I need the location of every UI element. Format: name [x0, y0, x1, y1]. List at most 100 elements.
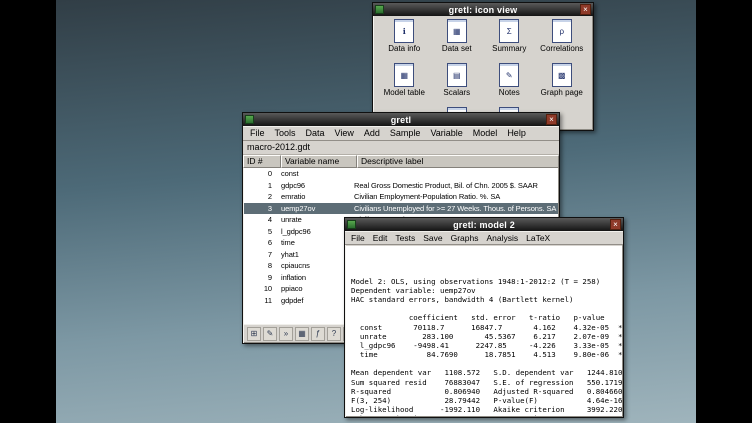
screen: gretl: icon view × ℹ Data info ▦	[0, 0, 752, 423]
icon-glyph: ▦	[453, 27, 461, 36]
icon-glyph: ρ	[559, 27, 564, 36]
help-icon[interactable]: ?	[327, 327, 341, 341]
row-id: 11	[244, 295, 278, 307]
icon-glyph: ℹ	[403, 27, 406, 36]
row-variable-name: emratio	[278, 191, 354, 203]
gretl-logo-icon	[245, 115, 254, 124]
calculator-icon[interactable]: ⊞	[247, 327, 261, 341]
new-script-icon[interactable]: ✎	[263, 327, 277, 341]
window-title: gretl	[243, 115, 559, 125]
model-menubar: FileEditTestsSaveGraphsAnalysisLaTeX	[345, 231, 623, 245]
row-descriptive-label: Civilian Employment-Population Ratio. %.…	[354, 191, 558, 203]
gretl-logo-icon	[347, 220, 356, 229]
desktop: gretl: icon view × ℹ Data info ▦	[56, 0, 696, 423]
menu-item[interactable]: Save	[419, 232, 446, 244]
document-icon: ▩	[552, 63, 572, 87]
icon-glyph: ▤	[453, 71, 461, 80]
row-variable-name: const	[278, 168, 354, 180]
document-icon: ρ	[552, 19, 572, 43]
icon-label: Graph page	[541, 88, 583, 97]
icon-label: Notes	[499, 88, 520, 97]
menu-item[interactable]: Graphs	[447, 232, 483, 244]
output-line: coefficient std. error t-ratio p-value	[351, 313, 617, 322]
model-titlebar[interactable]: gretl: model 2 ×	[345, 218, 623, 231]
document-icon: ▦	[447, 19, 467, 43]
data-info-icon[interactable]: ℹ Data info	[378, 19, 431, 63]
row-variable-name: cpiaucns	[278, 260, 354, 272]
menu-item[interactable]: Variable	[425, 127, 467, 139]
console-icon[interactable]: »	[279, 327, 293, 341]
menu-item[interactable]: Tests	[391, 232, 419, 244]
menu-item[interactable]: Add	[359, 127, 385, 139]
const[interactable]: 0 const	[244, 168, 558, 180]
document-icon: ▦	[394, 63, 414, 87]
summary-icon[interactable]: Σ Summary	[483, 19, 536, 63]
row-id: 2	[244, 191, 278, 203]
row-id: 9	[244, 272, 278, 284]
output-line	[351, 359, 617, 368]
output-line: time 84.7690 18.7851 4.513 9.80e-06 ***	[351, 350, 617, 359]
gretl-logo-icon	[375, 5, 384, 14]
session-icon-view-icon[interactable]: ▦	[295, 327, 309, 341]
emratio[interactable]: 2 emratio Civilian Employment-Population…	[244, 191, 558, 203]
menu-item[interactable]: View	[330, 127, 359, 139]
icon-glyph: Σ	[507, 27, 512, 36]
close-icon[interactable]: ×	[610, 219, 621, 230]
row-variable-name: time	[278, 237, 354, 249]
menu-item[interactable]: Data	[301, 127, 330, 139]
column-header-variable-name[interactable]: Variable name	[281, 155, 357, 168]
correlations-icon[interactable]: ρ Correlations	[536, 19, 589, 63]
output-line: const 70118.7 16847.7 4.162 4.32e-05 ***	[351, 323, 617, 332]
uemp27ov[interactable]: 3 uemp27ov Civilians Unemployed for >= 2…	[244, 203, 558, 215]
column-header-id[interactable]: ID #	[243, 155, 281, 168]
output-line: F(3, 254) 28.79442 P-value(F) 4.64e-16	[351, 396, 617, 405]
menu-item[interactable]: File	[347, 232, 369, 244]
row-id: 4	[244, 214, 278, 226]
menu-item[interactable]: Edit	[369, 232, 392, 244]
dataset-bar: macro-2012.gdt	[243, 141, 559, 155]
output-line: R-squared 0.806940 Adjusted R-squared 0.…	[351, 387, 617, 396]
function-packages-icon[interactable]: ƒ	[311, 327, 325, 341]
model-table-icon[interactable]: ▦ Model table	[378, 63, 431, 107]
row-id: 8	[244, 260, 278, 272]
row-descriptive-label: Real Gross Domestic Product, Bil. of Chn…	[354, 180, 558, 192]
row-variable-name: gdpc96	[278, 180, 354, 192]
menu-item[interactable]: Sample	[385, 127, 426, 139]
row-variable-name: yhat1	[278, 249, 354, 261]
icon-label: Data info	[388, 44, 420, 53]
column-header-descriptive-label[interactable]: Descriptive label	[357, 155, 559, 168]
row-id: 0	[244, 168, 278, 180]
model-window: gretl: model 2 × FileEditTestsSaveGraphs…	[344, 217, 624, 418]
window-title: gretl: model 2	[345, 220, 623, 230]
icon-glyph: ✎	[506, 71, 513, 80]
menu-item[interactable]: Analysis	[482, 232, 522, 244]
main-menubar: FileToolsDataViewAddSampleVariableModelH…	[243, 126, 559, 141]
graph-page-icon[interactable]: ▩ Graph page	[536, 63, 589, 107]
menu-item[interactable]: Tools	[270, 127, 301, 139]
row-id: 6	[244, 237, 278, 249]
data-set-icon[interactable]: ▦ Data set	[431, 19, 484, 63]
icon-label: Scalars	[443, 88, 470, 97]
menu-item[interactable]: Help	[502, 127, 531, 139]
menu-item[interactable]: Model	[468, 127, 503, 139]
row-variable-name: unrate	[278, 214, 354, 226]
scalars-icon[interactable]: ▤ Scalars	[431, 63, 484, 107]
icon-label: Correlations	[540, 44, 583, 53]
row-id: 3	[244, 203, 278, 215]
output-line: Log-likelihood -1992.110 Akaike criterio…	[351, 405, 617, 414]
output-line: Mean dependent var 1108.572 S.D. depende…	[351, 368, 617, 377]
menu-item[interactable]: LaTeX	[522, 232, 554, 244]
icon-view-titlebar[interactable]: gretl: icon view ×	[373, 3, 593, 16]
main-titlebar[interactable]: gretl ×	[243, 113, 559, 126]
icon-label: Data set	[442, 44, 472, 53]
close-icon[interactable]: ×	[580, 4, 591, 15]
row-variable-name: uemp27ov	[278, 203, 354, 215]
close-icon[interactable]: ×	[546, 114, 557, 125]
dataset-name: macro-2012.gdt	[247, 142, 310, 152]
window-title: gretl: icon view	[373, 5, 593, 15]
output-line: Dependent variable: uemp27ov	[351, 286, 617, 295]
menu-item[interactable]: File	[245, 127, 270, 139]
row-id: 7	[244, 249, 278, 261]
gdpc96[interactable]: 1 gdpc96 Real Gross Domestic Product, Bi…	[244, 180, 558, 192]
notes-icon[interactable]: ✎ Notes	[483, 63, 536, 107]
